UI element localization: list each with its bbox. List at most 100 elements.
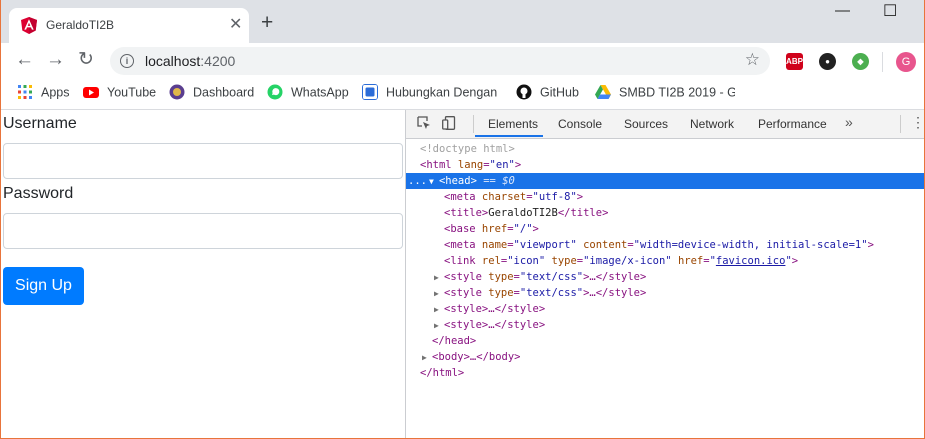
expand-triangle-icon[interactable]: ▶ [422, 350, 432, 366]
dom-html[interactable]: <html lang="en"> [420, 157, 521, 173]
tag-text: > [791, 255, 799, 267]
dom-title[interactable]: <title>GeraldoTI2B</title> [444, 205, 608, 221]
tag-text: <title> [444, 207, 489, 219]
ladybug-extension-icon[interactable]: ● [819, 53, 836, 70]
url-text[interactable]: localhost:4200 [145, 53, 235, 69]
attr-value: "icon" [507, 255, 546, 267]
attr-name: name [475, 239, 508, 251]
dom-head-close[interactable]: </head> [432, 333, 476, 349]
attr-name: type [481, 271, 514, 283]
dom-style-1[interactable]: ▶ <style type="text/css">…</style> [434, 269, 646, 285]
inspect-element-icon[interactable] [417, 116, 431, 130]
sign-up-button[interactable]: Sign Up [3, 267, 84, 305]
dom-doctype[interactable]: <!doctype html> [420, 141, 515, 157]
new-tab-button[interactable]: + [261, 12, 273, 33]
close-tab-icon[interactable]: ✕ [229, 16, 242, 34]
tag-text: <style>…</style> [444, 319, 546, 331]
tag-text: > [532, 223, 539, 235]
bookmark-smbd[interactable]: SMBD TI2B 2019 - Gc [595, 85, 735, 101]
bookmark-github[interactable]: GitHub [516, 84, 579, 101]
devtools-menu-icon[interactable]: ⋮ [911, 114, 924, 131]
tab-sources[interactable]: Sources [624, 117, 668, 131]
tab-elements[interactable]: Elements [488, 117, 538, 131]
site-info-icon[interactable]: i [120, 54, 134, 68]
tag-text: >…</style> [583, 271, 647, 283]
reload-icon[interactable]: ↻ [78, 49, 94, 71]
dom-meta-viewport[interactable]: <meta name="viewport" content="width=dev… [444, 237, 874, 253]
dom-style-4[interactable]: ▶ <style>…</style> [434, 317, 545, 333]
tab-strip: GeraldoTI2B ✕ + — ☐ [1, 0, 924, 43]
dom-meta-charset[interactable]: <meta charset="utf-8"> [444, 189, 583, 205]
adblock-plus-icon[interactable]: ABP [786, 53, 803, 70]
address-bar[interactable]: i localhost:4200 ☆ [110, 47, 770, 75]
globe-extension-icon[interactable]: ◆ [852, 53, 869, 70]
tag-text: <body>…</body> [432, 351, 521, 363]
forward-arrow-icon[interactable]: → [46, 49, 65, 71]
tag-text: <style>…</style> [444, 303, 546, 315]
expand-triangle-icon[interactable]: ▶ [434, 302, 444, 318]
username-input[interactable] [3, 143, 403, 179]
tag-text: > [576, 191, 584, 203]
devtools-divider [473, 115, 474, 133]
expand-triangle-icon[interactable]: ▶ [434, 286, 444, 302]
bookmark-apps[interactable]: Apps [17, 85, 70, 101]
bookmark-dashboard[interactable]: Dashboard [169, 84, 255, 101]
password-input[interactable] [3, 213, 403, 249]
tag-text: <meta [444, 239, 476, 251]
bookmark-label: Dashboard [193, 85, 255, 100]
browser-tab[interactable]: GeraldoTI2B ✕ [9, 8, 249, 43]
blue-square-icon [362, 84, 378, 100]
device-toggle-icon[interactable] [442, 116, 456, 130]
active-tab-indicator [475, 135, 543, 137]
tab-console[interactable]: Console [558, 117, 602, 131]
devtools-divider-right [900, 115, 901, 133]
dom-style-3[interactable]: ▶ <style>…</style> [434, 301, 545, 317]
row-actions-icon[interactable]: ... [406, 175, 427, 187]
attr-name: lang [451, 159, 484, 171]
bookmark-label: SMBD TI2B 2019 - Gc [619, 85, 735, 100]
head-tag: <head> [438, 175, 477, 187]
profile-avatar[interactable]: G [896, 52, 916, 72]
bookmark-youtube[interactable]: YouTube [83, 85, 156, 101]
tag-text: <link [444, 255, 476, 267]
attr-name: type [545, 255, 577, 267]
attr-value: "image/x-icon" [583, 255, 672, 267]
favicon-link[interactable]: favicon.ico [716, 255, 786, 267]
more-tabs-icon[interactable]: » [845, 114, 853, 130]
attr-value: "/" [513, 223, 533, 235]
expand-triangle-icon[interactable]: ▶ [434, 318, 444, 334]
google-drive-icon [595, 85, 611, 99]
tab-performance[interactable]: Performance [758, 117, 827, 131]
dom-head-selected[interactable]: ... ▼ <head> == $0 [406, 173, 924, 190]
tag-text: </head> [432, 335, 477, 347]
github-icon [516, 84, 532, 100]
dom-html-close[interactable]: </html> [420, 365, 464, 381]
dom-style-2[interactable]: ▶ <style type="text/css">…</style> [434, 285, 646, 301]
bookmark-whatsapp[interactable]: WhatsApp [267, 84, 349, 101]
bookmark-label: Apps [41, 85, 70, 100]
minimize-button[interactable]: — [835, 2, 850, 19]
youtube-icon [83, 87, 99, 98]
bookmark-label: Hubungkan Dengan [386, 85, 498, 100]
bookmark-hubungkan[interactable]: Hubungkan Dengan [362, 84, 498, 101]
dom-base[interactable]: <base href="/"> [444, 221, 539, 237]
tag-text: <meta [444, 191, 476, 203]
dom-body[interactable]: ▶ <body>…</body> [422, 349, 521, 365]
expand-triangle-icon[interactable]: ▶ [434, 270, 444, 286]
username-label: Username [3, 115, 77, 132]
attr-value: "text/css" [519, 271, 584, 283]
password-label: Password [3, 185, 74, 202]
whatsapp-icon [267, 84, 283, 100]
bookmark-star-icon[interactable]: ☆ [745, 50, 760, 70]
tab-network[interactable]: Network [690, 117, 734, 131]
bookmarks-bar: Apps YouTube Dashboard WhatsApp Hubungka… [1, 79, 924, 110]
back-arrow-icon[interactable]: ← [15, 49, 34, 71]
bookmark-label: WhatsApp [291, 85, 349, 100]
maximize-button[interactable]: ☐ [883, 1, 897, 21]
attr-value: "viewport" [513, 239, 577, 251]
university-seal-icon [169, 84, 185, 100]
dom-link[interactable]: <link rel="icon" type="image/x-icon" hre… [444, 253, 798, 269]
expand-triangle-icon[interactable]: ▼ [429, 174, 439, 190]
url-host: localhost [145, 53, 201, 69]
apps-grid-icon [18, 85, 32, 99]
